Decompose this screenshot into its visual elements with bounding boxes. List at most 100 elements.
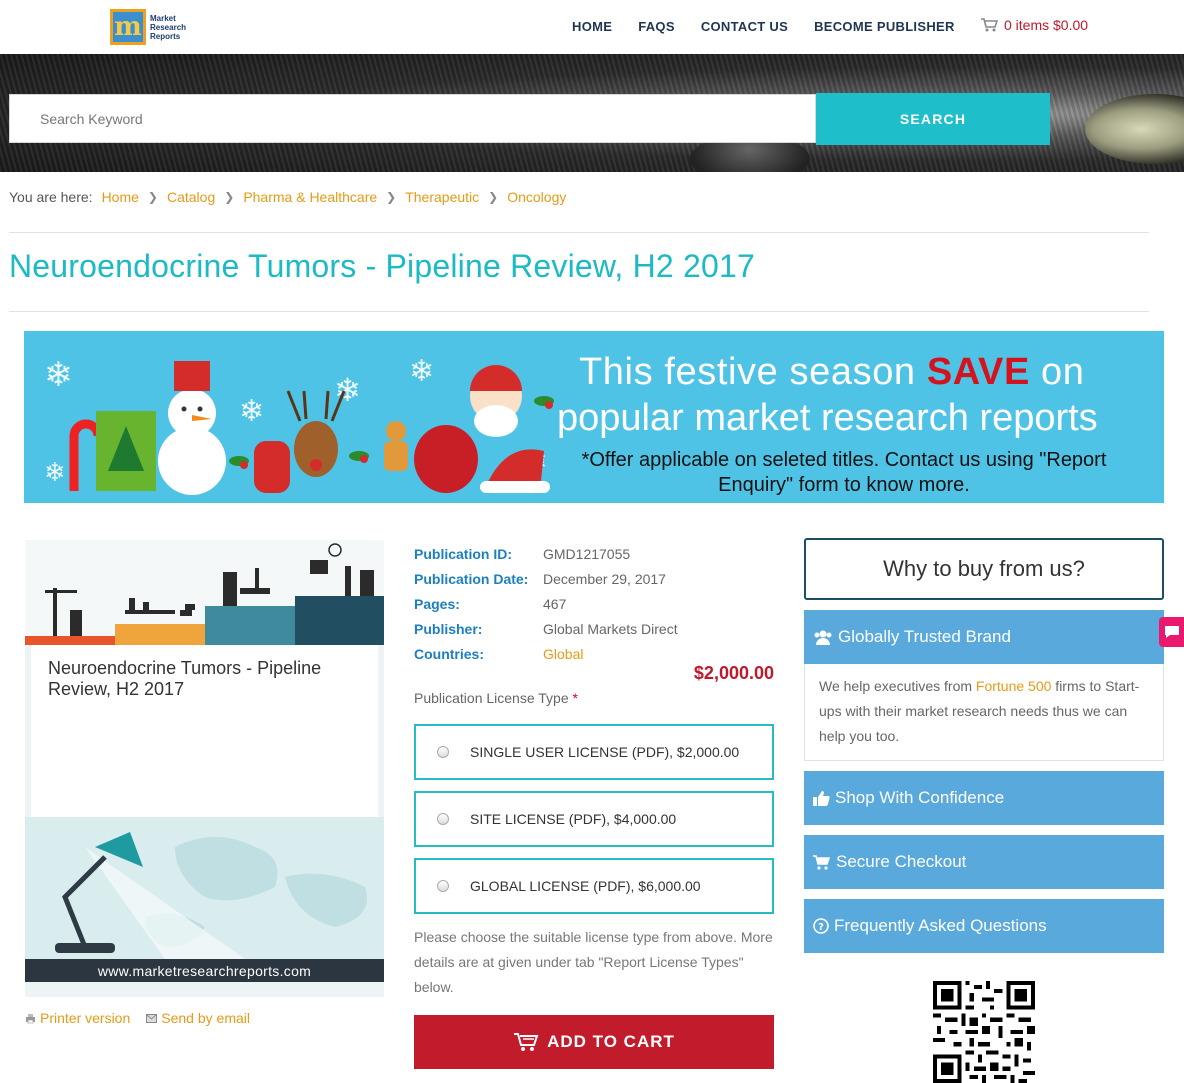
send-by-email-label: Send by email xyxy=(161,1010,250,1026)
license-radio[interactable] xyxy=(437,813,449,825)
svg-text:❄: ❄ xyxy=(409,354,434,389)
shop-with-confidence-panel[interactable]: Shop With Confidence xyxy=(804,771,1164,825)
search-button[interactable]: SEARCH xyxy=(816,93,1050,145)
breadcrumb-therapeutic[interactable]: Therapeutic xyxy=(405,189,479,205)
meta-value: December 29, 2017 xyxy=(543,570,666,587)
nav-become-publisher[interactable]: BECOME PUBLISHER xyxy=(814,19,955,34)
license-option-label: SINGLE USER LICENSE (PDF), $2,000.00 xyxy=(470,744,740,760)
cover-url: www.marketresearchreports.com xyxy=(25,959,384,982)
required-mark: * xyxy=(572,690,578,706)
breadcrumb-oncology[interactable]: Oncology xyxy=(507,189,566,205)
chevron-right-icon: ❯ xyxy=(224,190,235,204)
logo-line-3: Reports xyxy=(150,31,181,41)
promo-save: SAVE xyxy=(926,351,1030,393)
main-nav: HOME FAQS CONTACT US BECOME PUBLISHER xyxy=(572,19,981,34)
trusted-brand-body: We help executives from Fortune 500 firm… xyxy=(804,664,1164,761)
logo-line-1: Market xyxy=(150,13,176,23)
cart-icon xyxy=(813,854,831,870)
svg-text:❄: ❄ xyxy=(44,355,73,395)
globally-trusted-brand-panel[interactable]: Globally Trusted Brand xyxy=(804,610,1164,664)
fortune-500-highlight: Fortune 500 xyxy=(975,678,1052,694)
meta-row: Publication Date: December 29, 2017 xyxy=(414,566,678,591)
shop-with-confidence-label: Shop With Confidence xyxy=(835,788,1005,807)
promo-note: *Offer applicable on seleted titles. Con… xyxy=(581,449,1107,496)
breadcrumb-pharma[interactable]: Pharma & Healthcare xyxy=(243,189,377,205)
promo-headline-1: This festive season SAVE on xyxy=(579,351,1085,394)
printer-version-link[interactable]: Printer version xyxy=(25,1010,130,1026)
qr-code[interactable] xyxy=(932,981,1036,1083)
cover-title: Neuroendocrine Tumors - Pipeline Review,… xyxy=(48,658,322,699)
license-option-site[interactable]: SITE LICENSE (PDF), $4,000.00 xyxy=(414,791,774,847)
publication-meta: Publication ID: GMD1217055 Publication Da… xyxy=(414,541,678,666)
license-label-text: Publication License Type xyxy=(414,690,569,706)
svg-text:❄: ❄ xyxy=(44,458,66,488)
breadcrumb-catalog[interactable]: Catalog xyxy=(167,189,215,205)
site-logo[interactable]: m Market Research Reports xyxy=(110,7,194,47)
christmas-illustration: ❄ ❄ ❄ ❄ ❄ ❄ xyxy=(44,354,554,495)
users-icon xyxy=(814,630,832,645)
meta-label: Publication ID: xyxy=(414,545,512,562)
chevron-right-icon: ❯ xyxy=(386,190,397,204)
search-input[interactable]: Search Keyword xyxy=(9,94,816,143)
secure-checkout-label: Secure Checkout xyxy=(836,852,967,871)
license-type-label: Publication License Type * xyxy=(414,690,578,706)
nav-contact-us[interactable]: CONTACT US xyxy=(701,19,788,34)
thumbs-up-icon xyxy=(813,791,830,806)
industry-illustration xyxy=(25,543,384,645)
divider xyxy=(9,232,1149,233)
meta-row: Publication ID: GMD1217055 xyxy=(414,541,678,566)
secure-checkout-panel[interactable]: Secure Checkout xyxy=(804,835,1164,889)
site-header: m Market Research Reports HOME FAQS CONT… xyxy=(0,0,1184,54)
divider xyxy=(9,311,1149,312)
send-by-email-link[interactable]: Send by email xyxy=(146,1010,250,1026)
chevron-right-icon: ❯ xyxy=(147,190,158,204)
breadcrumb-lead: You are here: xyxy=(9,189,93,205)
license-option-label: GLOBAL LICENSE (PDF), $6,000.00 xyxy=(470,878,701,894)
meta-label: Countries: xyxy=(414,645,484,662)
svg-text:❄: ❄ xyxy=(239,394,264,429)
question-circle-icon: ? xyxy=(813,918,829,934)
logo-mark: m xyxy=(110,9,146,45)
promo-banner[interactable]: ❄ ❄ ❄ ❄ ❄ ❄ xyxy=(24,331,1164,503)
printer-icon xyxy=(26,1013,35,1023)
faq-label: Frequently Asked Questions xyxy=(834,916,1047,935)
promo-text: on xyxy=(1029,351,1085,393)
license-radio[interactable] xyxy=(437,880,449,892)
printer-version-label: Printer version xyxy=(40,1010,131,1026)
search-placeholder: Search Keyword xyxy=(40,110,143,127)
nav-home[interactable]: HOME xyxy=(572,19,612,34)
page-title: Neuroendocrine Tumors - Pipeline Review,… xyxy=(9,248,755,284)
cart-text: 0 items $0.00 xyxy=(1004,17,1089,33)
meta-label: Pages: xyxy=(414,595,460,612)
promo-headline-2: popular market research reports xyxy=(557,397,1098,439)
breadcrumb-home[interactable]: Home xyxy=(102,189,139,205)
chevron-right-icon: ❯ xyxy=(488,190,499,204)
add-to-cart-button[interactable]: ADD TO CART xyxy=(414,1015,774,1069)
globally-trusted-brand-label: Globally Trusted Brand xyxy=(838,627,1011,646)
chat-icon xyxy=(1164,626,1179,638)
chat-widget[interactable] xyxy=(1159,617,1184,647)
meta-value: Global Markets Direct xyxy=(543,620,678,637)
add-to-cart-label: ADD TO CART xyxy=(547,1032,675,1051)
meta-value: GMD1217055 xyxy=(543,545,631,562)
trusted-text: We help executives from xyxy=(819,678,976,694)
meta-label: Publication Date: xyxy=(414,570,529,587)
email-icon xyxy=(146,1013,158,1023)
cart-summary[interactable]: 0 items $0.00 xyxy=(980,17,1088,33)
meta-value: 467 xyxy=(543,595,567,612)
faq-panel[interactable]: ? Frequently Asked Questions xyxy=(804,899,1164,953)
cart-icon xyxy=(981,18,998,32)
nav-faqs[interactable]: FAQS xyxy=(638,19,675,34)
license-option-global[interactable]: GLOBAL LICENSE (PDF), $6,000.00 xyxy=(414,858,774,914)
cover-map-area xyxy=(25,817,384,959)
breadcrumb: You are here: Home ❯ Catalog ❯ Pharma & … xyxy=(9,189,566,205)
license-option-single-user[interactable]: SINGLE USER LICENSE (PDF), $2,000.00 xyxy=(414,724,774,780)
promo-text: This festive season xyxy=(579,351,927,393)
meta-value-countries[interactable]: Global xyxy=(543,646,583,662)
license-radio[interactable] xyxy=(437,746,449,758)
meta-row: Pages: 467 xyxy=(414,591,678,616)
product-cover-image: Neuroendocrine Tumors - Pipeline Review,… xyxy=(25,540,384,997)
logo-line-2: Research xyxy=(150,22,187,32)
license-option-label: SITE LICENSE (PDF), $4,000.00 xyxy=(470,811,677,827)
page-tools: Printer version Send by email xyxy=(25,1010,266,1026)
